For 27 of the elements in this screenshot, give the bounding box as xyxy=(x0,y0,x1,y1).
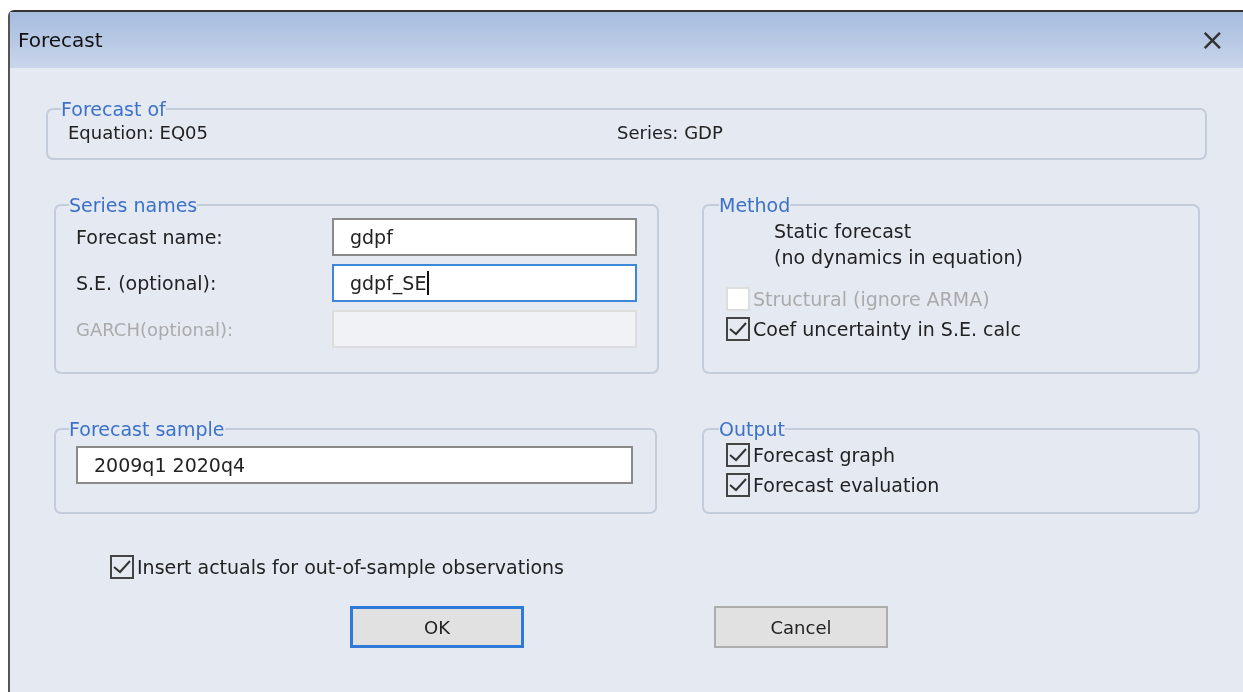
input-field[interactable]: gdpf xyxy=(332,218,637,256)
method-description: Static forecast xyxy=(774,219,913,244)
group-title: Forecast of xyxy=(61,98,166,120)
group-title: Method xyxy=(719,194,791,216)
group-title: Series names xyxy=(69,194,198,216)
checkbox[interactable]: Forecast graph xyxy=(726,440,896,470)
field-label: Forecast name: xyxy=(76,226,224,248)
cancel-button[interactable]: Cancel xyxy=(714,606,888,648)
check-icon xyxy=(729,322,747,336)
ok-button[interactable]: OK xyxy=(350,606,524,648)
checkbox[interactable]: Coef uncertainty in S.E. calc xyxy=(726,314,1021,344)
group-title: Forecast sample xyxy=(69,418,225,440)
check-icon xyxy=(729,448,747,462)
equation-label: Equation: EQ05 xyxy=(68,122,209,143)
check-icon xyxy=(113,560,131,574)
field-label: S.E. (optional): xyxy=(76,272,218,294)
group-title: Output xyxy=(719,418,785,440)
input-field[interactable]: gdpf_SE xyxy=(332,264,637,302)
series-label: Series: GDP xyxy=(617,122,724,143)
checkbox[interactable]: Insert actuals for out-of-sample observations xyxy=(110,552,564,582)
check-icon xyxy=(729,478,747,492)
field-label: GARCH(optional): xyxy=(76,318,235,340)
method-description: (no dynamics in equation) xyxy=(774,245,1024,270)
checkbox[interactable]: Forecast evaluation xyxy=(726,470,940,500)
sample-field[interactable]: 2009q1 2020q4 xyxy=(76,446,633,484)
window-title: Forecast xyxy=(18,28,103,52)
close-button[interactable]: × xyxy=(1191,25,1233,55)
